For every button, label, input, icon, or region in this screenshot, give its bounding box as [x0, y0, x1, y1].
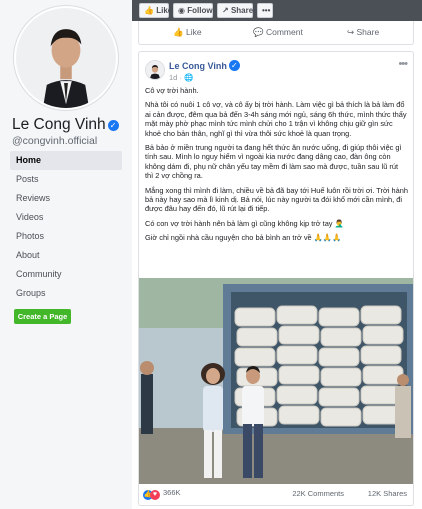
- page-sidebar: Le Cong Vinh ✓ @congvinh.official Home Po…: [0, 0, 132, 509]
- previous-post-actions: 👍 Like 💬 Comment ↪ Share: [138, 21, 414, 45]
- nav-item-videos[interactable]: Videos: [10, 208, 122, 227]
- profile-picture[interactable]: [14, 6, 118, 110]
- verified-badge-icon: ✓: [107, 120, 119, 131]
- shares-count[interactable]: 12K Shares: [368, 489, 407, 498]
- page-action-bar: 👍 Like ◉ Follow ↗ Share •••: [132, 0, 422, 21]
- page-like-label: Like: [156, 6, 173, 15]
- rss-icon: ◉: [178, 6, 185, 15]
- page-follow-button[interactable]: ◉ Follow: [173, 3, 213, 18]
- nav-item-about[interactable]: About: [10, 246, 122, 265]
- post-stats: 👍♥ 366K 22K Comments 12K Shares: [139, 486, 413, 504]
- nav-item-community[interactable]: Community: [10, 265, 122, 284]
- post-photo[interactable]: [139, 278, 413, 484]
- share-icon: ↗: [222, 6, 229, 15]
- page-more-button[interactable]: •••: [257, 3, 273, 18]
- verified-badge-icon: ✓: [228, 60, 240, 71]
- post-body: Cô vợ trời hành. Nhà tôi có nuôi 1 cô vợ…: [145, 86, 408, 248]
- prev-like-label: Like: [185, 27, 202, 37]
- profile-photo-image: [16, 8, 116, 108]
- prev-share-button[interactable]: ↪ Share: [347, 27, 379, 38]
- page-follow-label: Follow: [187, 6, 213, 15]
- thumbs-up-icon: 👍: [144, 6, 154, 15]
- globe-icon: 🌐: [184, 73, 194, 82]
- nav-item-reviews[interactable]: Reviews: [10, 189, 122, 208]
- prev-like-button[interactable]: 👍 Like: [173, 27, 202, 38]
- post-paragraph: Có con vợ trời hành nên bả làm gì cũng k…: [145, 218, 344, 228]
- reactions-count: 366K: [163, 488, 181, 497]
- page-nav: Home Posts Reviews Videos Photos About C…: [10, 151, 122, 303]
- page-name-text: Le Cong Vinh: [12, 116, 106, 133]
- nav-item-photos[interactable]: Photos: [10, 227, 122, 246]
- page-share-button[interactable]: ↗ Share: [217, 3, 253, 18]
- post-meta: 1d · 🌐: [169, 73, 194, 82]
- create-page-button[interactable]: Create a Page: [14, 309, 71, 324]
- comments-count[interactable]: 22K Comments: [292, 489, 344, 498]
- post-paragraph: Nhà tôi có nuôi 1 cô vợ, và cô ấy bị trờ…: [145, 100, 407, 138]
- prev-comment-button[interactable]: 💬 Comment: [253, 27, 303, 38]
- love-reaction-icon: ♥: [150, 490, 160, 500]
- nav-item-home[interactable]: Home: [10, 151, 122, 170]
- post-author[interactable]: Le Cong Vinh ✓: [169, 60, 240, 71]
- post-options-icon[interactable]: •••: [398, 58, 408, 70]
- comment-icon: 💬: [253, 27, 264, 37]
- page-name: Le Cong Vinh ✓: [12, 116, 119, 134]
- author-avatar[interactable]: [145, 60, 165, 80]
- post-author-text: Le Cong Vinh: [169, 61, 227, 71]
- prev-share-label: Share: [356, 27, 380, 37]
- post-paragraph: Cô vợ trời hành.: [145, 86, 199, 95]
- reactions-summary[interactable]: 👍♥ 366K: [143, 488, 181, 500]
- page-like-button[interactable]: 👍 Like: [139, 3, 173, 18]
- thumbs-up-icon: 👍: [173, 27, 184, 37]
- avatar-image: [146, 61, 164, 79]
- page-username: @congvinh.official: [12, 135, 98, 147]
- page-share-label: Share: [230, 6, 254, 15]
- post-timestamp[interactable]: 1d: [169, 73, 177, 82]
- post-paragraph: Mắng xong thì mình đi làm, chiều về bả đ…: [145, 185, 408, 214]
- post-paragraph: Giờ chỉ ngồi nhà cầu nguyện cho bả bình …: [145, 233, 342, 243]
- nav-item-groups[interactable]: Groups: [10, 284, 122, 303]
- share-icon: ↪: [347, 27, 355, 37]
- post-photo-image: [139, 278, 413, 484]
- post-card: Le Cong Vinh ✓ 1d · 🌐 ••• Cô vợ trời hành…: [138, 51, 414, 506]
- nav-item-posts[interactable]: Posts: [10, 170, 122, 189]
- post-paragraph: Bả bảo ở miền trung người ta đang hết th…: [145, 143, 402, 181]
- prev-comment-label: Comment: [265, 27, 303, 37]
